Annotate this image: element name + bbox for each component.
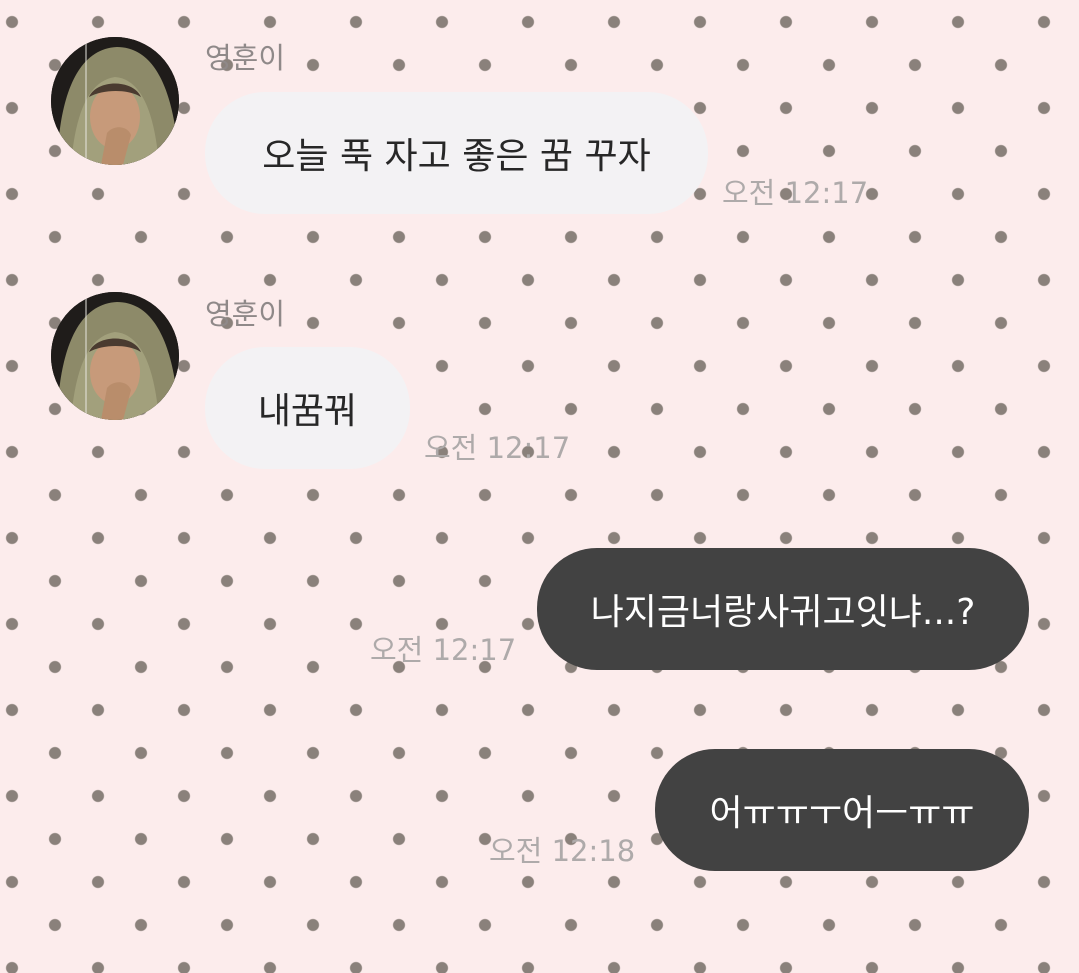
sender-name: 영훈이 bbox=[205, 297, 286, 331]
sender-name: 영훈이 bbox=[205, 41, 286, 75]
message-timestamp: 오전 12:17 bbox=[370, 633, 517, 667]
outgoing-message-bubble[interactable]: 어ㅠㅠㅜ어ㅡㅠㅠ bbox=[655, 749, 1029, 871]
incoming-message-bubble[interactable]: 내꿈꿔 bbox=[205, 347, 410, 469]
profile-photo-icon bbox=[51, 292, 179, 420]
outgoing-message-bubble[interactable]: 나지금너랑사귀고잇냐...? bbox=[537, 548, 1029, 670]
sender-avatar[interactable] bbox=[51, 37, 179, 165]
message-timestamp: 오전 12:17 bbox=[722, 176, 869, 210]
incoming-message-bubble[interactable]: 오늘 푹 자고 좋은 꿈 꾸자 bbox=[205, 92, 708, 214]
profile-photo-icon bbox=[51, 37, 179, 165]
message-timestamp: 오전 12:17 bbox=[424, 431, 571, 465]
message-timestamp: 오전 12:18 bbox=[489, 834, 636, 868]
sender-avatar[interactable] bbox=[51, 292, 179, 420]
